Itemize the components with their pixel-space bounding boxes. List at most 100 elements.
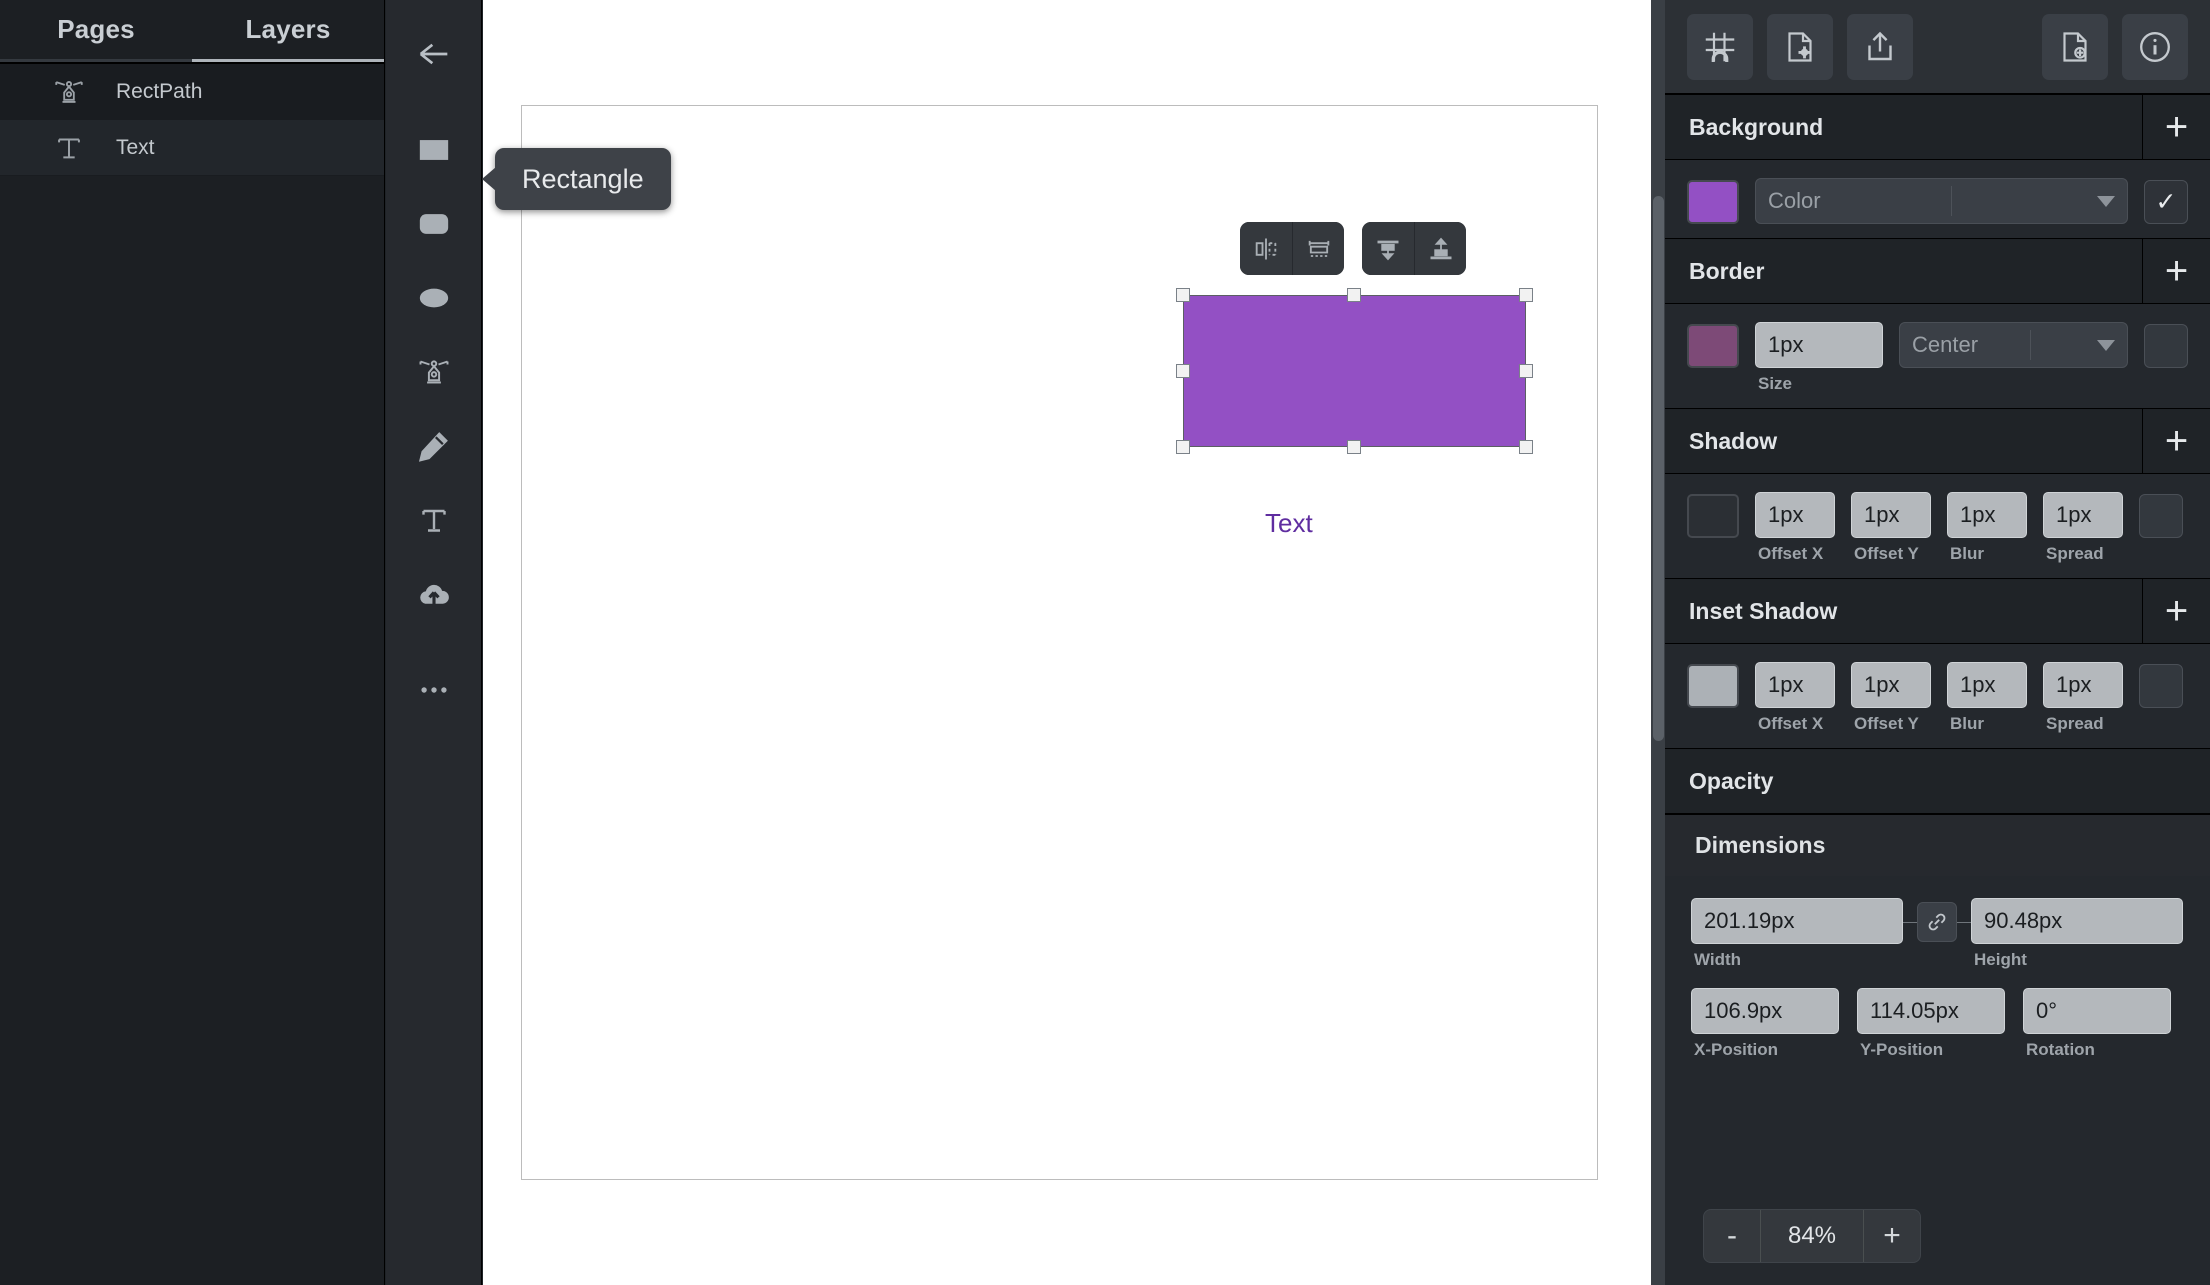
border-position-select[interactable]: Center bbox=[1899, 322, 2128, 368]
zoom-out-button[interactable]: - bbox=[1704, 1210, 1760, 1262]
tools-toolbar bbox=[386, 0, 482, 1285]
inset-shadow-blur-input[interactable]: 1px bbox=[1947, 662, 2027, 708]
inset-shadow-enabled-checkbox[interactable] bbox=[2139, 664, 2183, 708]
border-size-label: Size bbox=[1758, 374, 1793, 393]
align-horizontal-center-icon[interactable] bbox=[1240, 222, 1292, 275]
document-settings-icon[interactable] bbox=[1767, 13, 1833, 80]
section-header-shadow: Shadow + bbox=[1665, 408, 2210, 474]
align-vertical-bottom-icon[interactable] bbox=[1362, 222, 1414, 275]
section-body-border: 1px Size Center bbox=[1665, 304, 2210, 408]
cloud-upload-icon[interactable] bbox=[408, 568, 460, 620]
rotation-label: Rotation bbox=[2026, 1040, 2095, 1059]
layer-item-rectpath[interactable]: RectPath bbox=[0, 64, 384, 120]
add-inset-shadow-button[interactable]: + bbox=[2142, 579, 2210, 643]
resize-handle-top-center[interactable] bbox=[1347, 288, 1361, 302]
border-color-swatch[interactable] bbox=[1687, 324, 1739, 368]
inset-shadow-offset-y-label: Offset Y bbox=[1854, 714, 1919, 733]
layer-item-label: Text bbox=[116, 135, 155, 159]
section-header-border: Border + bbox=[1665, 238, 2210, 304]
section-header-opacity[interactable]: Opacity bbox=[1665, 748, 2210, 814]
shadow-offset-x-input[interactable]: 1px bbox=[1755, 492, 1835, 538]
section-header-background: Background + bbox=[1665, 94, 2210, 160]
align-toolbar bbox=[1240, 222, 1466, 275]
inset-shadow-offset-y-input[interactable]: 1px bbox=[1851, 662, 1931, 708]
new-document-icon[interactable] bbox=[2042, 13, 2108, 80]
canvas-text-object[interactable]: Text bbox=[1265, 508, 1313, 539]
more-icon[interactable] bbox=[408, 664, 460, 716]
distribute-horizontal-icon[interactable] bbox=[1292, 222, 1344, 275]
border-size-input[interactable]: 1px bbox=[1755, 322, 1883, 368]
design-editor-window: Pages Layers RectPath Text Rectangle Tex… bbox=[0, 0, 2210, 1285]
background-title: Background bbox=[1689, 113, 1824, 140]
link-connector-left bbox=[1903, 922, 1917, 923]
section-body-shadow: 1px Offset X 1px Offset Y 1px Blur 1px S… bbox=[1665, 474, 2210, 578]
tab-layers[interactable]: Layers bbox=[192, 0, 384, 62]
inset-shadow-spread-label: Spread bbox=[2046, 714, 2104, 733]
y-position-input[interactable]: 114.05px bbox=[1857, 988, 2005, 1034]
section-body-inset-shadow: 1px Offset X 1px Offset Y 1px Blur 1px S… bbox=[1665, 644, 2210, 748]
background-enabled-checkbox[interactable]: ✓ bbox=[2144, 180, 2188, 224]
align-vertical-top-icon[interactable] bbox=[1414, 222, 1466, 275]
height-label: Height bbox=[1974, 950, 2027, 969]
resize-handle-bottom-right[interactable] bbox=[1519, 440, 1533, 454]
rotation-input[interactable]: 0° bbox=[2023, 988, 2171, 1034]
pencil-icon[interactable] bbox=[408, 420, 460, 472]
tab-layers-label: Layers bbox=[245, 14, 331, 44]
inset-shadow-color-swatch[interactable] bbox=[1687, 664, 1739, 708]
selected-rectangle-shape[interactable] bbox=[1183, 295, 1526, 447]
border-title: Border bbox=[1689, 257, 1765, 284]
x-position-input[interactable]: 106.9px bbox=[1691, 988, 1839, 1034]
add-shadow-button[interactable]: + bbox=[2142, 409, 2210, 473]
y-position-label: Y-Position bbox=[1860, 1040, 1944, 1059]
width-input[interactable]: 201.19px bbox=[1691, 898, 1903, 944]
height-input[interactable]: 90.48px bbox=[1971, 898, 2183, 944]
scrollbar-thumb[interactable] bbox=[1653, 196, 1664, 741]
resize-handle-middle-left[interactable] bbox=[1176, 364, 1190, 378]
resize-handle-top-left[interactable] bbox=[1176, 288, 1190, 302]
pen-path-icon bbox=[52, 75, 86, 109]
rectangle-icon[interactable] bbox=[408, 124, 460, 176]
link-dimensions-icon[interactable] bbox=[1917, 902, 1957, 942]
inset-shadow-blur-label: Blur bbox=[1950, 714, 1984, 733]
info-icon[interactable] bbox=[2122, 13, 2188, 80]
inset-shadow-spread-input[interactable]: 1px bbox=[2043, 662, 2123, 708]
properties-toolbar bbox=[1665, 0, 2210, 94]
chevron-down-icon bbox=[2096, 195, 2115, 207]
inset-shadow-offset-x-label: Offset X bbox=[1758, 714, 1824, 733]
shadow-color-swatch[interactable] bbox=[1687, 494, 1739, 538]
add-background-button[interactable]: + bbox=[2142, 95, 2210, 159]
background-color-swatch[interactable] bbox=[1687, 180, 1739, 224]
shadow-enabled-checkbox[interactable] bbox=[2139, 494, 2183, 538]
resize-handle-middle-right[interactable] bbox=[1519, 364, 1533, 378]
resize-handle-bottom-left[interactable] bbox=[1176, 440, 1190, 454]
shadow-title: Shadow bbox=[1689, 427, 1778, 454]
resize-handle-top-right[interactable] bbox=[1519, 288, 1533, 302]
layer-item-text[interactable]: Text bbox=[0, 120, 384, 176]
properties-scrollbar[interactable] bbox=[1651, 0, 1665, 1285]
dimensions-title: Dimensions bbox=[1695, 832, 1826, 858]
resize-handle-bottom-center[interactable] bbox=[1347, 440, 1361, 454]
layer-item-label: RectPath bbox=[116, 79, 203, 103]
text-icon[interactable] bbox=[408, 494, 460, 546]
zoom-level-value[interactable]: 84% bbox=[1760, 1210, 1864, 1262]
inset-shadow-offset-x-input[interactable]: 1px bbox=[1755, 662, 1835, 708]
zoom-in-button[interactable]: + bbox=[1864, 1210, 1920, 1262]
shadow-offset-y-label: Offset Y bbox=[1854, 544, 1919, 563]
export-icon[interactable] bbox=[1847, 13, 1913, 80]
rounded-rectangle-icon[interactable] bbox=[408, 198, 460, 250]
section-header-dimensions[interactable]: Dimensions bbox=[1665, 814, 2210, 876]
tab-pages-label: Pages bbox=[57, 14, 135, 44]
background-type-select[interactable]: Color bbox=[1755, 178, 2128, 224]
add-border-button[interactable]: + bbox=[2142, 239, 2210, 303]
x-position-label: X-Position bbox=[1694, 1040, 1779, 1059]
back-arrow-icon[interactable] bbox=[408, 28, 460, 80]
tab-pages[interactable]: Pages bbox=[0, 0, 192, 62]
border-position-value: Center bbox=[1912, 332, 1979, 357]
shadow-offset-y-input[interactable]: 1px bbox=[1851, 492, 1931, 538]
border-enabled-checkbox[interactable] bbox=[2144, 324, 2188, 368]
snap-to-grid-icon[interactable] bbox=[1687, 13, 1753, 80]
shadow-spread-input[interactable]: 1px bbox=[2043, 492, 2123, 538]
ellipse-icon[interactable] bbox=[408, 272, 460, 324]
pen-path-icon[interactable] bbox=[408, 346, 460, 398]
shadow-blur-input[interactable]: 1px bbox=[1947, 492, 2027, 538]
